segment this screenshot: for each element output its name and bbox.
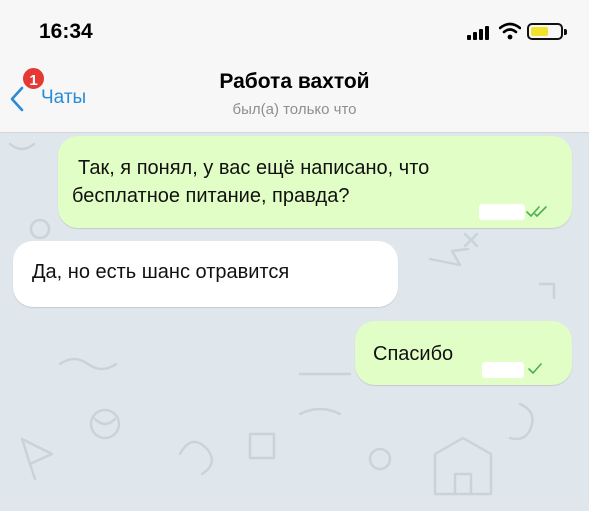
incoming-message-bubble[interactable]: Да, но есть шанс отравится <box>13 241 398 307</box>
status-bar: 16:34 <box>0 0 589 60</box>
clock: 16:34 <box>39 20 93 43</box>
battery-icon <box>527 23 567 40</box>
message-text-line: Так, я понял, у вас ещё написано, что <box>78 157 430 179</box>
wifi-icon <box>499 22 521 40</box>
timestamp-redacted <box>479 204 525 220</box>
outgoing-message-bubble[interactable]: Спасибо <box>355 321 572 385</box>
timestamp-redacted <box>482 362 524 378</box>
message-text: Да, но есть шанс отравится <box>32 261 290 283</box>
last-seen-status: был(а) только что <box>232 101 357 118</box>
chat-title[interactable]: Работа вахтой <box>0 70 589 94</box>
check-icon <box>528 363 542 374</box>
cellular-signal-icon <box>467 26 491 40</box>
double-check-icon <box>526 206 547 217</box>
